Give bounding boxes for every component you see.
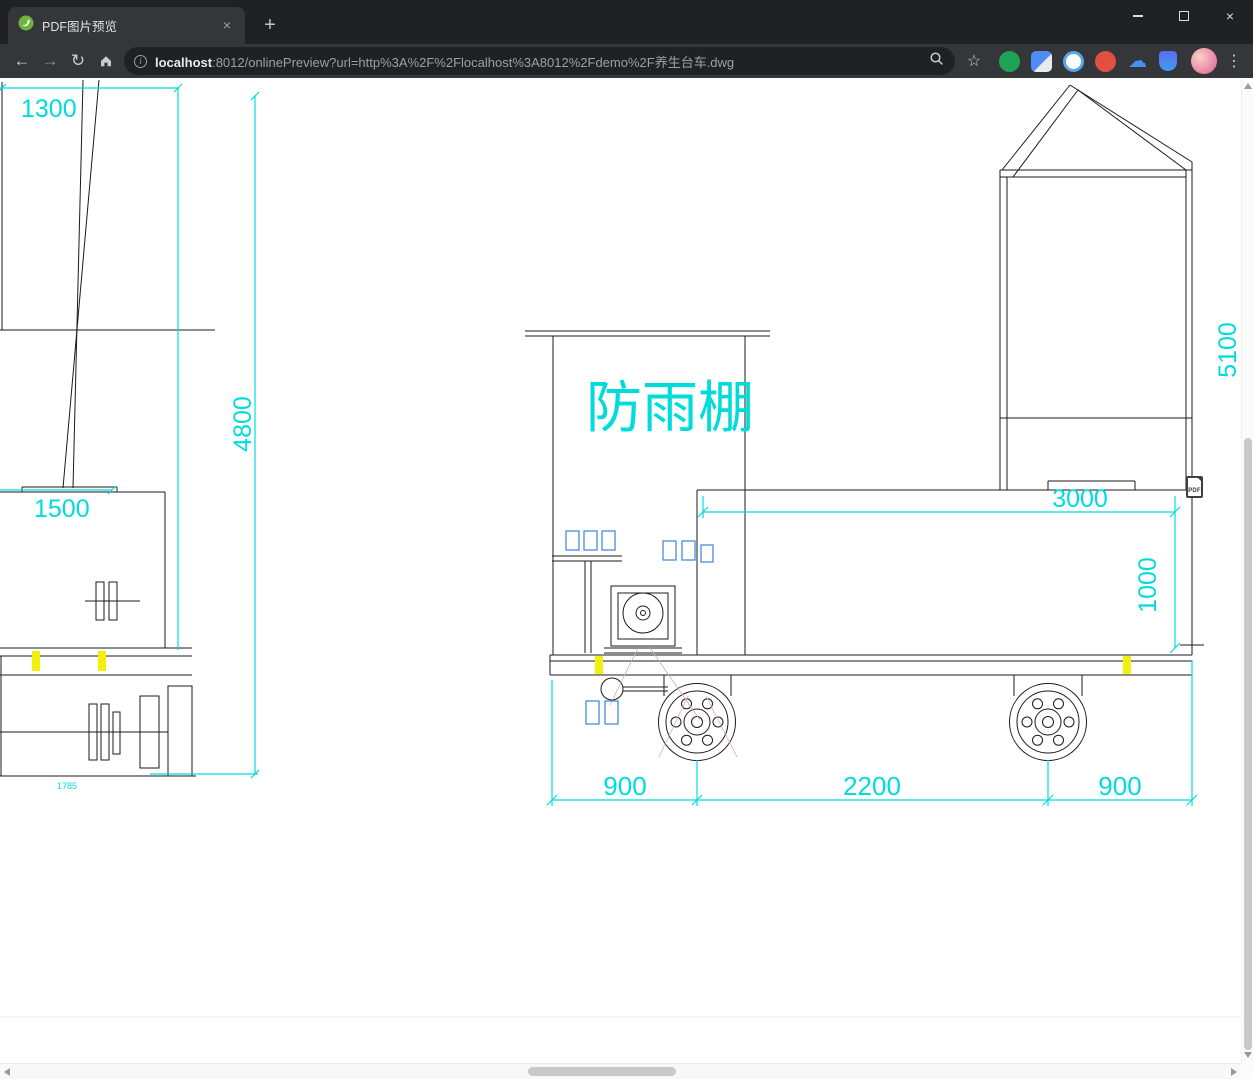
translate-extension-icon[interactable] (1031, 50, 1052, 72)
new-tab-button[interactable]: + (256, 11, 284, 39)
dim-900-right: 900 (1098, 771, 1141, 801)
home-icon (101, 56, 111, 67)
dim-1785: 1785 (57, 781, 77, 791)
url-text: localhost:8012/onlinePreview?url=http%3A… (155, 52, 921, 71)
minimize-button[interactable] (1115, 0, 1161, 32)
scrollbar-corner (1241, 1063, 1253, 1079)
forward-button[interactable]: → (36, 47, 64, 75)
extension-green-icon[interactable] (999, 50, 1020, 72)
pdf-file-icon: PDF (1186, 476, 1203, 498)
circle-extension-icon[interactable] (1063, 50, 1084, 72)
dim-900-left: 900 (603, 771, 646, 801)
dim-3000: 3000 (1052, 485, 1108, 513)
scroll-down-arrow-icon[interactable] (1244, 1052, 1252, 1058)
shield-extension-icon[interactable] (1159, 51, 1177, 71)
dim-1000: 1000 (1134, 557, 1162, 613)
trolley-side-view-linework: 防雨棚 900 2200 900 3000 1000 5100 (525, 84, 1241, 806)
close-icon: × (1225, 8, 1235, 24)
spring-favicon-icon (18, 15, 34, 36)
vertical-scroll-thumb[interactable] (1244, 438, 1252, 1050)
tab-strip: PDF图片预览 × + × (0, 0, 1253, 44)
zoom-icon[interactable] (929, 51, 945, 72)
site-info-icon[interactable]: i (134, 54, 147, 68)
window-controls: × (1115, 0, 1253, 32)
browser-menu-icon[interactable]: ⋮ (1223, 47, 1245, 75)
browser-tab[interactable]: PDF图片预览 × (8, 7, 245, 44)
left-view-linework: 1300 1500 4800 1785 (0, 79, 260, 791)
dim-1500: 1500 (34, 495, 90, 523)
scroll-right-arrow-icon[interactable] (1231, 1068, 1237, 1076)
address-bar[interactable]: i localhost:8012/onlinePreview?url=http%… (124, 47, 955, 75)
home-button[interactable] (92, 47, 120, 75)
pdf-label: PDF (1188, 488, 1201, 494)
back-button[interactable]: ← (8, 47, 36, 75)
browser-window: PDF图片预览 × + × ← → ↻ i localhost:8012/onl… (0, 0, 1253, 1079)
dim-5100: 5100 (1214, 322, 1241, 378)
url-path: :8012/onlinePreview?url=http%3A%2F%2Floc… (212, 54, 735, 70)
url-host: localhost (155, 54, 213, 70)
profile-avatar[interactable] (1191, 48, 1217, 74)
scroll-left-arrow-icon[interactable] (4, 1068, 10, 1076)
tab-title: PDF图片预览 (42, 20, 118, 34)
dim-4800: 4800 (229, 396, 257, 452)
maximize-button[interactable] (1161, 0, 1207, 32)
tab-close-icon[interactable]: × (219, 17, 235, 34)
navigation-toolbar: ← → ↻ i localhost:8012/onlinePreview?url… (0, 44, 1253, 78)
reload-button[interactable]: ↻ (64, 47, 92, 75)
horizontal-scrollbar[interactable] (0, 1063, 1241, 1079)
bookmark-star-icon[interactable]: ☆ (961, 47, 987, 75)
red-extension-icon[interactable] (1095, 50, 1116, 72)
maximize-icon (1179, 11, 1189, 21)
dim-1300: 1300 (21, 95, 77, 123)
minimize-icon (1133, 15, 1143, 17)
dwg-preview-page: 1300 1500 4800 1785 防雨棚 900 2200 900 300… (0, 78, 1241, 1063)
rain-shelter-label: 防雨棚 (586, 376, 754, 439)
horizontal-scroll-thumb[interactable] (528, 1067, 676, 1076)
extensions-row: ☁ (999, 50, 1177, 72)
vertical-scrollbar[interactable] (1241, 78, 1253, 1063)
scroll-up-arrow-icon[interactable] (1244, 83, 1252, 89)
close-button[interactable]: × (1207, 0, 1253, 32)
dim-2200: 2200 (843, 771, 901, 801)
cloud-extension-icon[interactable]: ☁ (1127, 51, 1148, 72)
pdf-file-button[interactable]: PDF (1186, 476, 1206, 500)
